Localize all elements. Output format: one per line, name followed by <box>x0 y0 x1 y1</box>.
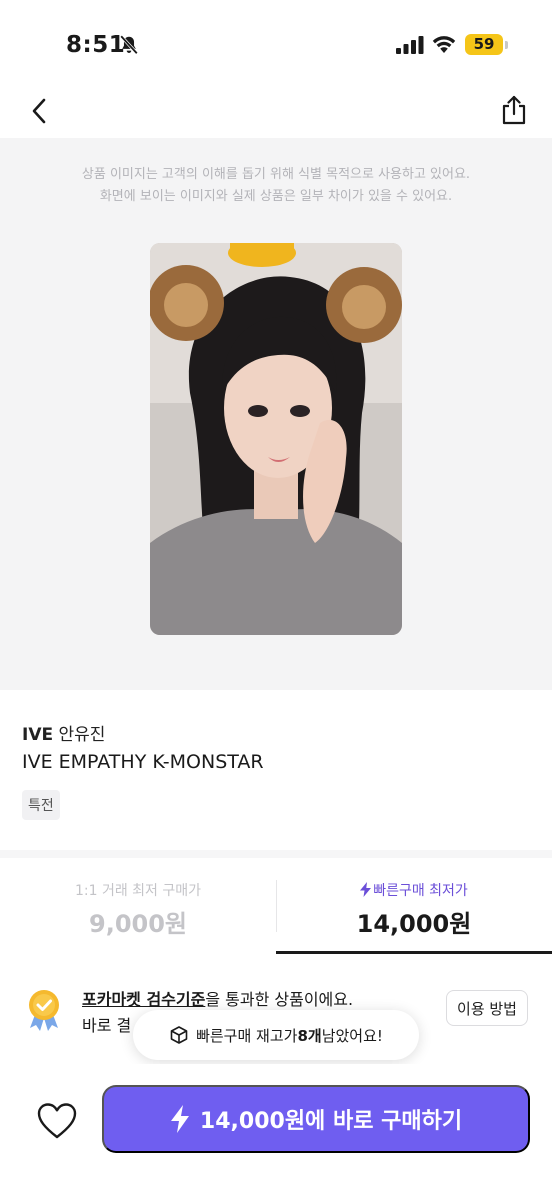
stock-toast: 빠른구매 재고가 8개 남았어요! <box>133 1010 419 1060</box>
disclaimer-line-2: 화면에 보이는 이미지와 실제 상품은 일부 차이가 있을 수 있어요. <box>99 189 453 204</box>
battery-indicator: 59 <box>465 34 503 55</box>
section-divider <box>0 850 552 858</box>
toast-prefix: 빠른구매 재고가 <box>196 1026 298 1045</box>
artist-member: 안유진 <box>58 725 106 745</box>
toast-count: 8개 <box>297 1026 322 1045</box>
product-tag: 특전 <box>22 790 60 820</box>
tab-quick-buy-price[interactable]: 빠른구매 최저가 14,000원 <box>276 858 552 954</box>
photocard-image[interactable] <box>150 243 402 635</box>
artist-line: IVE 안유진 <box>22 720 105 745</box>
battery-tip <box>505 41 508 49</box>
wishlist-button[interactable] <box>34 1100 80 1142</box>
product-image-section: 상품 이미지는 고객의 이해를 돕기 위해 식별 목적으로 사용하고 있어요. … <box>0 138 552 690</box>
lightning-icon <box>360 882 372 897</box>
share-icon <box>502 95 526 125</box>
buy-now-button[interactable]: 14,000원에 바로 구매하기 <box>102 1085 530 1153</box>
how-to-use-button[interactable]: 이용 방법 <box>446 990 528 1026</box>
navigation-bar <box>0 88 552 138</box>
price-tabs: 1:1 거래 최저 구매가 9,000원 빠른구매 최저가 14,000원 <box>0 858 552 954</box>
lightning-icon <box>170 1105 189 1133</box>
image-disclaimer: 상품 이미지는 고객의 이해를 돕기 위해 식별 목적으로 사용하고 있어요. … <box>0 164 552 208</box>
verified-badge-icon <box>29 990 59 1031</box>
product-info: IVE 안유진 IVE EMPATHY K-MONSTAR 특전 <box>0 690 552 850</box>
tab-label: 1:1 거래 최저 구매가 <box>74 883 202 899</box>
tab-direct-trade-price[interactable]: 1:1 거래 최저 구매가 9,000원 <box>0 858 276 954</box>
product-title: IVE EMPATHY K-MONSTAR <box>22 751 264 773</box>
wifi-icon <box>432 36 456 53</box>
inspection-text: 포카마켓 검수기준을 통과한 상품이에요. <box>82 986 353 1010</box>
toast-suffix: 남았어요! <box>321 1026 383 1045</box>
inspection-text-line2: 바로 결 <box>82 1016 132 1035</box>
status-time: 8:51 <box>66 32 126 58</box>
cellular-signal-icon <box>396 36 424 54</box>
chevron-left-icon <box>32 98 46 124</box>
share-button[interactable] <box>496 90 532 130</box>
tab-price: 14,000원 <box>356 910 472 938</box>
photocard-illustration <box>150 243 402 635</box>
box-icon <box>170 1026 188 1044</box>
heart-icon <box>37 1103 77 1139</box>
back-button[interactable] <box>24 92 54 130</box>
bottom-action-bar: 14,000원에 바로 구매하기 <box>0 1064 552 1200</box>
artist-group: IVE <box>22 725 54 745</box>
disclaimer-line-1: 상품 이미지는 고객의 이해를 돕기 위해 식별 목적으로 사용하고 있어요. <box>81 167 471 182</box>
bell-slash-icon <box>120 35 138 55</box>
buy-now-label: 14,000원에 바로 구매하기 <box>199 1109 463 1134</box>
status-bar: 8:51 59 <box>0 0 552 88</box>
tab-label: 빠른구매 최저가 <box>373 883 468 899</box>
inspection-standard-link[interactable]: 포카마켓 검수기준 <box>82 990 205 1009</box>
tab-price: 9,000원 <box>89 910 187 938</box>
inspection-text-rest: 을 통과한 상품이에요. <box>205 990 354 1009</box>
tab-label-wrapper: 빠른구매 최저가 <box>276 880 552 900</box>
